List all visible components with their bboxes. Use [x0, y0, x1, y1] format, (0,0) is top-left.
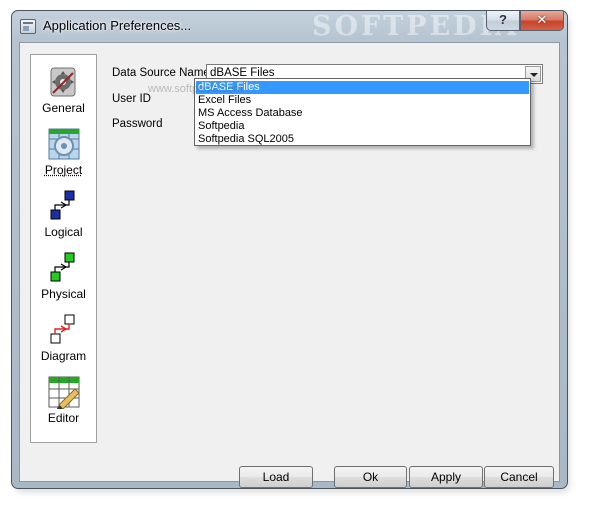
logical-model-icon: [50, 190, 75, 220]
sidebar-item-label: General: [42, 101, 85, 115]
dropdown-option[interactable]: Softpedia: [196, 120, 529, 133]
apply-button[interactable]: Apply: [409, 466, 483, 488]
sidebar-item-general[interactable]: General: [31, 61, 96, 119]
window-title: Application Preferences...: [43, 18, 192, 33]
sidebar-item-label: Logical: [44, 225, 83, 239]
watermark-url: www.softpedia.com: [148, 83, 243, 95]
load-defaults-button[interactable]: Load Defaults: [239, 466, 313, 488]
sidebar-item-logical[interactable]: Logical: [31, 185, 96, 243]
dropdown-option[interactable]: Excel Files: [196, 94, 529, 107]
dropdown-option[interactable]: Softpedia SQL2005: [196, 133, 529, 146]
title-bar[interactable]: Application Preferences... SOFTPEDIA ? ✕: [12, 11, 567, 42]
sidebar-item-label: Physical: [41, 287, 86, 301]
physical-model-icon: [50, 252, 75, 282]
sidebar-item-label: Editor: [47, 411, 80, 425]
diagram-icon: [50, 314, 75, 344]
close-button[interactable]: ✕: [520, 11, 564, 31]
application-icon: [20, 19, 36, 34]
sidebar-item-physical[interactable]: Physical: [31, 247, 96, 305]
project-icon: [48, 128, 80, 160]
password-label: Password: [112, 118, 163, 130]
category-sidebar: General Project Logical Physical Diagram…: [30, 54, 97, 443]
sidebar-item-diagram[interactable]: Diagram: [31, 309, 96, 367]
sidebar-item-label: Diagram: [40, 349, 87, 363]
help-button[interactable]: ?: [486, 11, 520, 31]
cancel-button[interactable]: Cancel: [484, 466, 554, 488]
editor-icon: [48, 376, 80, 409]
gear-icon: [50, 67, 76, 97]
dropdown-option[interactable]: MS Access Database: [196, 107, 529, 120]
sidebar-item-project[interactable]: Project: [31, 123, 96, 181]
user-id-label: User ID: [112, 93, 151, 105]
dropdown-option[interactable]: dBASE Files: [196, 81, 529, 94]
sidebar-item-editor[interactable]: Editor: [31, 371, 96, 429]
data-source-dropdown-list: dBASE Files Excel Files MS Access Databa…: [194, 78, 531, 146]
ok-button[interactable]: Ok: [334, 466, 407, 488]
sidebar-item-label: Project: [44, 163, 83, 177]
